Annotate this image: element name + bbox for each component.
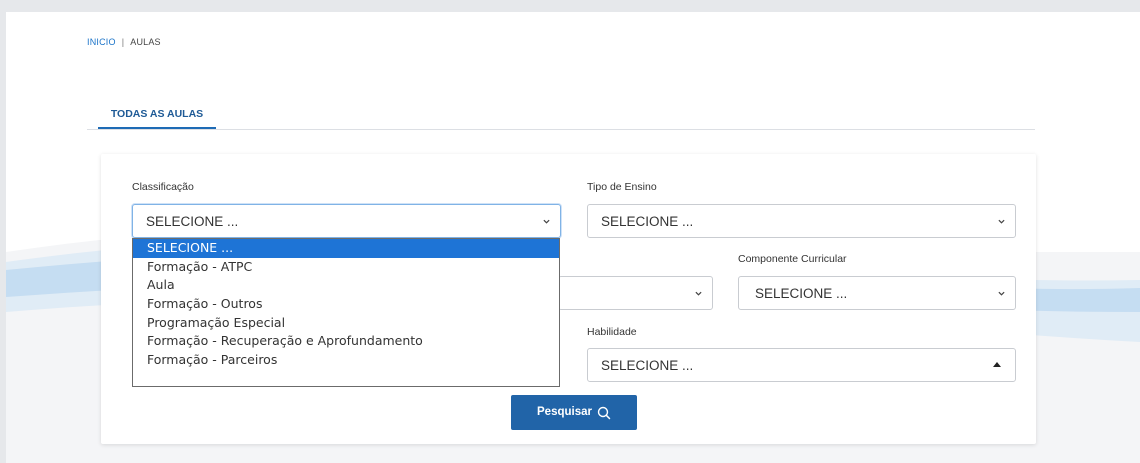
breadcrumb-separator: | xyxy=(121,37,125,47)
tipo-ensino-value: SELECIONE ... xyxy=(601,214,694,229)
componente-curricular-select[interactable]: SELECIONE ... xyxy=(738,276,1016,310)
tab-bar: TODAS AS AULAS xyxy=(87,108,1035,130)
search-button[interactable]: Pesquisar xyxy=(511,395,637,430)
habilidade-select[interactable]: SELECIONE ... xyxy=(587,348,1016,382)
chevron-down-icon xyxy=(998,219,1005,224)
dropdown-option[interactable]: Formação - ATPC xyxy=(133,258,559,277)
dropdown-option[interactable]: Aula xyxy=(133,276,559,295)
classificacao-label: Classificação xyxy=(132,181,194,193)
chevron-down-icon xyxy=(543,219,550,224)
dropdown-option[interactable]: Programação Especial xyxy=(133,314,559,333)
middle-select[interactable] xyxy=(558,276,713,310)
caret-up-icon xyxy=(993,362,1001,367)
breadcrumb-current: AULAS xyxy=(130,37,161,47)
classificacao-value: SELECIONE ... xyxy=(146,214,239,229)
search-button-label: Pesquisar xyxy=(537,406,592,418)
habilidade-value: SELECIONE ... xyxy=(601,358,694,373)
chevron-down-icon xyxy=(998,291,1005,296)
dropdown-option[interactable]: SELECIONE ... xyxy=(133,239,559,258)
dropdown-option[interactable]: Formação - Recuperação e Aprofundamento xyxy=(133,332,559,351)
habilidade-label: Habilidade xyxy=(587,326,637,338)
classificacao-select[interactable]: SELECIONE ... xyxy=(132,204,561,238)
search-icon xyxy=(597,406,611,420)
dropdown-option[interactable]: Formação - Parceiros xyxy=(133,351,559,370)
breadcrumb: INICIO | AULAS xyxy=(87,37,161,47)
componente-curricular-label: Componente Curricular xyxy=(738,253,847,265)
breadcrumb-home-link[interactable]: INICIO xyxy=(87,37,116,47)
componente-curricular-value: SELECIONE ... xyxy=(755,286,848,301)
tipo-ensino-label: Tipo de Ensino xyxy=(587,181,657,193)
classificacao-dropdown-list: SELECIONE ... Formação - ATPC Aula Forma… xyxy=(132,238,560,387)
tab-todas-as-aulas[interactable]: TODAS AS AULAS xyxy=(98,108,216,129)
dropdown-option[interactable]: Formação - Outros xyxy=(133,295,559,314)
tipo-ensino-select[interactable]: SELECIONE ... xyxy=(587,204,1016,238)
chevron-down-icon xyxy=(695,291,702,296)
